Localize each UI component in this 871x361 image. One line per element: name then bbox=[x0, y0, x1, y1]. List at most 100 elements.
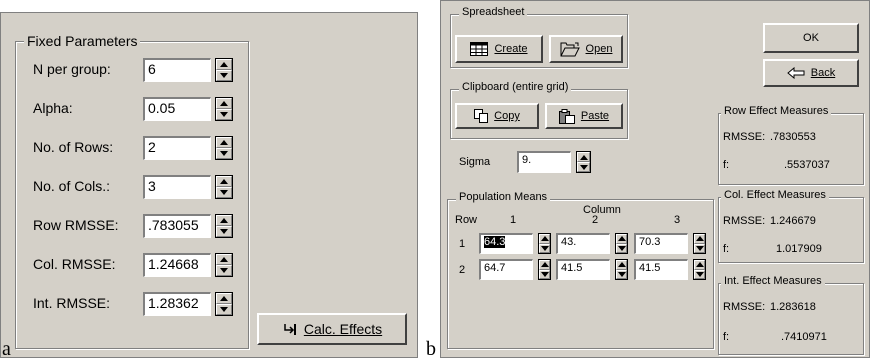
column-3-header: 3 bbox=[674, 214, 681, 226]
row-rmsse-spinner[interactable] bbox=[215, 214, 233, 238]
spin-up-icon bbox=[220, 179, 228, 184]
caption-a: a bbox=[2, 338, 11, 360]
back-button[interactable]: Back bbox=[763, 59, 859, 87]
row-rmsse-label: RMSSE: bbox=[723, 131, 766, 143]
col-rmsse-spinner[interactable] bbox=[215, 253, 233, 277]
spin-up-icon bbox=[695, 262, 704, 268]
no-of-rows-spinner[interactable] bbox=[215, 136, 233, 160]
row-header: Row bbox=[455, 214, 478, 226]
spin-up-icon bbox=[695, 236, 704, 242]
no-of-cols-spinner[interactable] bbox=[215, 175, 233, 199]
ok-button[interactable]: OK bbox=[763, 23, 859, 53]
spin-down-icon bbox=[540, 245, 549, 251]
col-effect-title: Col. Effect Measures bbox=[721, 189, 829, 201]
mean-r2-c1-spinner[interactable] bbox=[538, 259, 551, 280]
open-label: Open bbox=[585, 43, 613, 55]
no-of-cols-label: No. of Cols.: bbox=[33, 178, 111, 194]
create-button[interactable]: Create bbox=[455, 35, 543, 63]
create-label: Create bbox=[494, 43, 528, 55]
spin-up-icon bbox=[617, 236, 626, 242]
folder-open-icon bbox=[560, 42, 580, 56]
spin-up-icon bbox=[540, 262, 549, 268]
row-rmsse-value: .7830553 bbox=[770, 131, 816, 143]
row-f-label: f: bbox=[723, 159, 730, 171]
spin-up-icon bbox=[220, 257, 228, 262]
alpha-label: Alpha: bbox=[33, 100, 73, 116]
row-1-label: 1 bbox=[459, 238, 466, 250]
alpha-spinner[interactable] bbox=[215, 97, 233, 121]
mean-r1-c1-value: 64.3 bbox=[484, 236, 506, 248]
spin-down-icon bbox=[579, 164, 588, 170]
int-rmsse-field[interactable]: 1.28362 bbox=[143, 292, 211, 316]
mean-r2-c2-field[interactable]: 41.5 bbox=[556, 259, 610, 280]
int-f-label: f: bbox=[723, 331, 730, 343]
row-effect-group: Row Effect Measures bbox=[718, 105, 864, 185]
copy-button[interactable]: Copy bbox=[455, 103, 539, 129]
mean-r1-c3-spinner[interactable] bbox=[693, 233, 706, 254]
mean-r1-c2-field[interactable]: 43. bbox=[556, 233, 610, 254]
spin-down-icon bbox=[695, 271, 704, 277]
row-2-label: 2 bbox=[459, 264, 466, 276]
int-rmsse-spinner[interactable] bbox=[215, 292, 233, 316]
back-label: Back bbox=[810, 67, 836, 79]
sigma-label: Sigma bbox=[459, 156, 491, 168]
fixed-parameters-title: Fixed Parameters bbox=[24, 33, 141, 49]
panel-b: Spreadsheet Create Open Clipboard (entir… bbox=[440, 0, 870, 358]
mean-r2-c3-field[interactable]: 41.5 bbox=[634, 259, 688, 280]
column-2-header: 2 bbox=[592, 214, 599, 226]
mean-r2-c2-spinner[interactable] bbox=[615, 259, 628, 280]
sigma-field[interactable]: 9. bbox=[517, 151, 571, 173]
n-per-group-field[interactable]: 6 bbox=[143, 58, 211, 82]
paste-icon bbox=[558, 108, 575, 124]
spin-up-icon bbox=[220, 101, 228, 106]
mean-r1-c1-field[interactable]: 64.3 bbox=[479, 233, 533, 254]
spin-down-icon bbox=[220, 229, 228, 234]
spin-down-icon bbox=[220, 307, 228, 312]
caption-b: b bbox=[426, 338, 436, 360]
spin-up-icon bbox=[220, 140, 228, 145]
mean-r1-c2-spinner[interactable] bbox=[615, 233, 628, 254]
mean-r1-c3-field[interactable]: 70.3 bbox=[634, 233, 688, 254]
grid-icon bbox=[470, 42, 489, 56]
open-button[interactable]: Open bbox=[549, 35, 623, 63]
row-effect-title: Row Effect Measures bbox=[721, 105, 832, 117]
spin-up-icon bbox=[617, 262, 626, 268]
paste-label: Paste bbox=[580, 110, 610, 122]
paste-button[interactable]: Paste bbox=[545, 103, 623, 129]
copy-icon bbox=[474, 109, 489, 123]
row-rmsse-field[interactable]: .783055 bbox=[143, 214, 211, 238]
col-rmsse-label: Col. RMSSE: bbox=[33, 256, 116, 272]
spin-up-icon bbox=[540, 236, 549, 242]
alpha-field[interactable]: 0.05 bbox=[143, 97, 211, 121]
col-f-value: 1.017909 bbox=[776, 243, 822, 255]
no-of-rows-field[interactable]: 2 bbox=[143, 136, 211, 160]
int-rmsse-value: 1.283618 bbox=[770, 301, 816, 313]
mean-r2-c1-field[interactable]: 64.7 bbox=[479, 259, 533, 280]
spin-up-icon bbox=[220, 62, 228, 67]
int-effect-group: Int. Effect Measures bbox=[718, 275, 864, 355]
no-of-rows-label: No. of Rows: bbox=[33, 139, 114, 155]
spreadsheet-title: Spreadsheet bbox=[459, 6, 528, 18]
no-of-cols-field[interactable]: 3 bbox=[143, 175, 211, 199]
calc-effects-button[interactable]: Calc. Effects bbox=[257, 313, 407, 345]
spin-up-icon bbox=[220, 296, 228, 301]
spin-down-icon bbox=[220, 268, 228, 273]
calc-effects-label: Calc. Effects bbox=[303, 321, 383, 337]
back-arrow-icon bbox=[786, 67, 805, 79]
copy-label: Copy bbox=[494, 110, 520, 122]
mean-r2-c3-spinner[interactable] bbox=[693, 259, 706, 280]
row-f-value: .5537037 bbox=[784, 159, 830, 171]
col-f-label: f: bbox=[723, 243, 730, 255]
mean-r1-c1-spinner[interactable] bbox=[538, 233, 551, 254]
clipboard-title: Clipboard (entire grid) bbox=[459, 81, 572, 93]
n-per-group-spinner[interactable] bbox=[215, 58, 233, 82]
spin-down-icon bbox=[617, 271, 626, 277]
col-rmsse-label: RMSSE: bbox=[723, 215, 766, 227]
population-means-title: Population Means bbox=[456, 191, 551, 203]
panel-a: Fixed Parameters N per group: 6 Alpha: 0… bbox=[0, 12, 418, 358]
col-rmsse-value: 1.246679 bbox=[770, 215, 816, 227]
sigma-spinner[interactable] bbox=[576, 151, 591, 173]
col-rmsse-field[interactable]: 1.24668 bbox=[143, 253, 211, 277]
spin-up-icon bbox=[579, 154, 588, 160]
spin-down-icon bbox=[220, 112, 228, 117]
